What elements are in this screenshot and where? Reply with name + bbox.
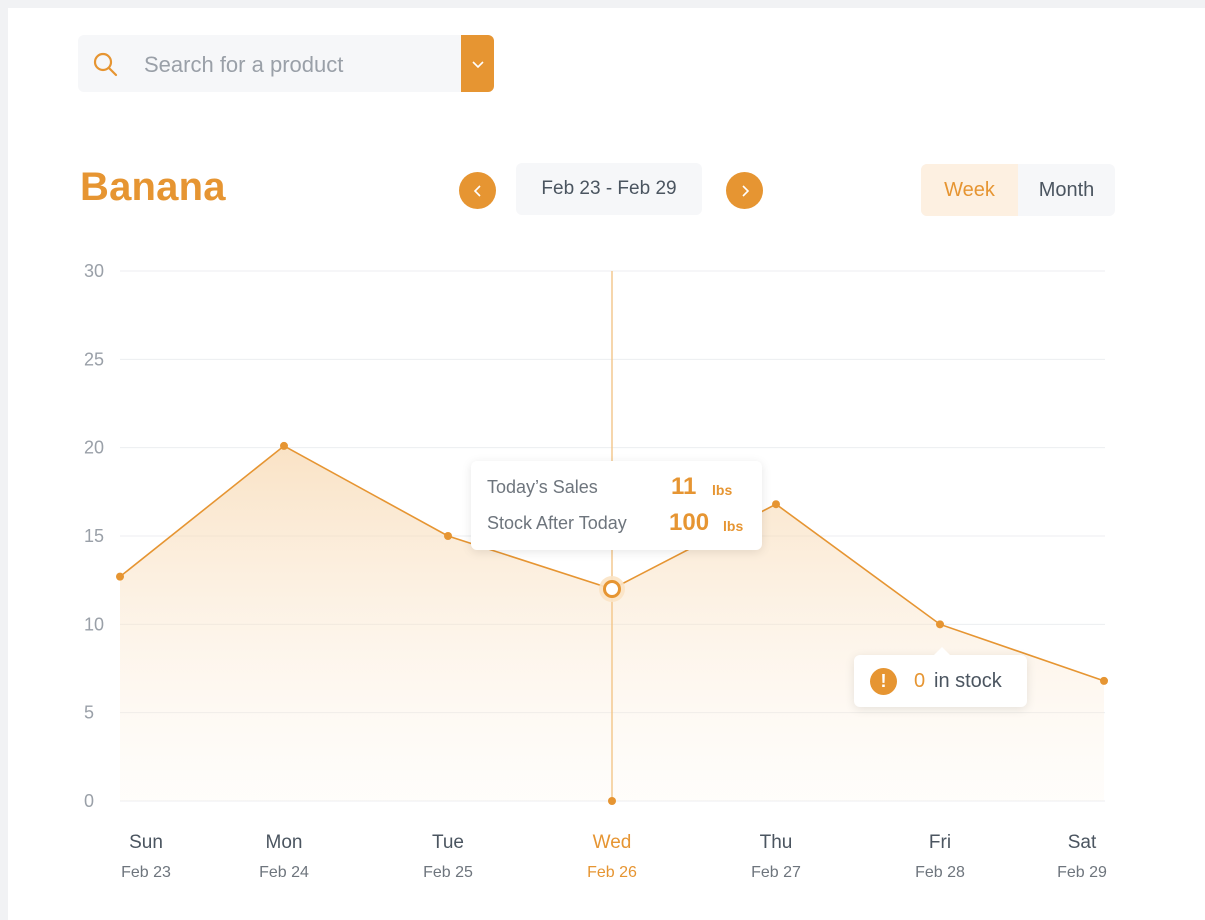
x-tick-day-label: Sat <box>1068 832 1097 853</box>
x-tick-date-label: Feb 23 <box>121 864 171 881</box>
y-tick-label: 30 <box>84 261 104 281</box>
data-point <box>772 500 780 509</box>
x-tick-day-label: Fri <box>929 832 951 853</box>
data-point <box>444 532 452 540</box>
x-tick-date-label: Feb 26 <box>587 864 637 881</box>
x-tick-day-label: Wed <box>593 832 632 853</box>
todays-sales-value: 11 <box>671 473 697 500</box>
sales-tooltip: Today’s Sales 11 lbs Stock After Today 1… <box>471 461 762 550</box>
y-tick-label: 25 <box>84 349 104 369</box>
stock-alert: ! 0 in stock <box>854 647 1027 707</box>
x-tick-date-label: Feb 29 <box>1057 864 1107 881</box>
highlight-point <box>603 580 621 598</box>
x-tick-date-label: Feb 27 <box>751 864 801 881</box>
x-tick-date-label: Feb 24 <box>259 864 309 881</box>
stock-after-value: 100 <box>669 509 710 536</box>
warning-icon: ! <box>870 668 897 695</box>
y-tick-label: 0 <box>84 791 94 811</box>
x-tick-day-label: Sun <box>129 832 163 853</box>
data-point <box>116 572 124 581</box>
stock-after-label: Stock After Today <box>487 513 627 533</box>
y-tick-label: 10 <box>84 614 104 634</box>
x-tick-date-label: Feb 28 <box>915 864 965 881</box>
data-point <box>280 441 288 450</box>
y-tick-label: 15 <box>84 526 104 546</box>
stock-after-unit: lbs <box>723 518 744 534</box>
x-tick-date-label: Feb 25 <box>423 864 473 881</box>
x-tick-day-label: Thu <box>760 832 793 853</box>
stock-qty: 0 <box>914 670 926 692</box>
todays-sales-label: Today’s Sales <box>487 477 598 497</box>
stock-text: in stock <box>934 670 1002 692</box>
data-point <box>1100 676 1108 685</box>
sales-card: Banana Feb 23 - Feb 29 Week Month 051015… <box>8 8 1205 920</box>
x-tick-day-label: Tue <box>432 832 464 853</box>
x-tick-day-label: Mon <box>266 832 303 853</box>
y-tick-label: 5 <box>84 703 94 723</box>
hover-guide-anchor <box>608 797 616 805</box>
y-tick-label: 20 <box>84 438 104 458</box>
todays-sales-unit: lbs <box>712 482 733 498</box>
data-point <box>936 620 944 629</box>
